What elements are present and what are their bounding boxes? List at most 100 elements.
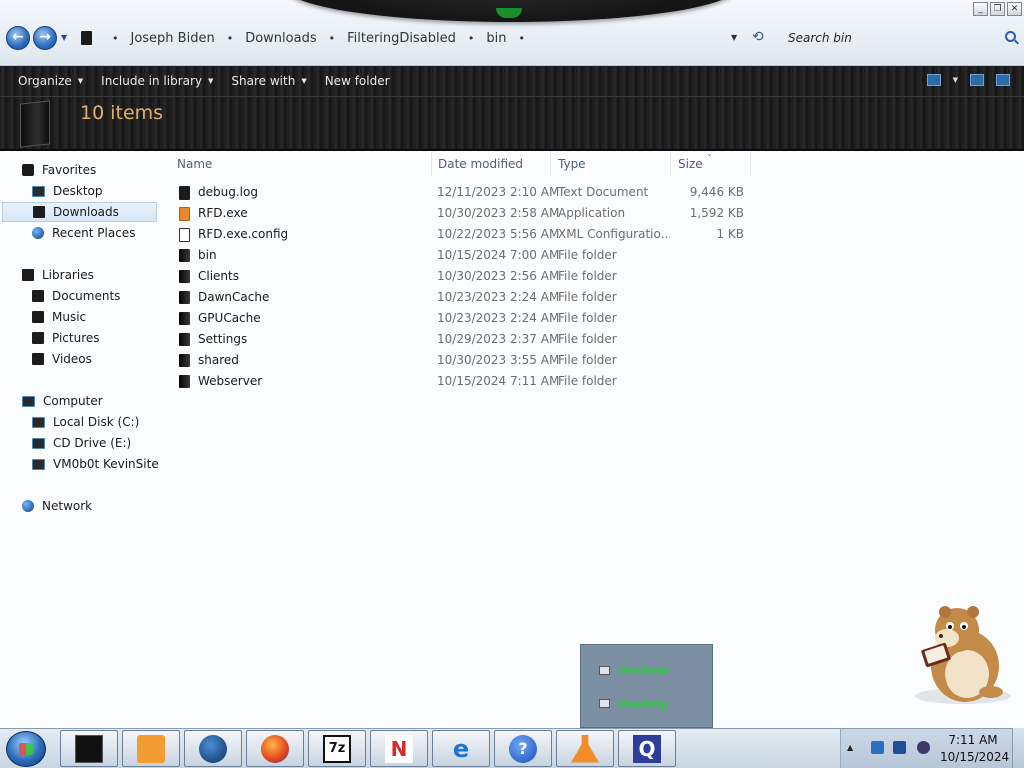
clock-date[interactable]: 10/15/2024 (940, 750, 1009, 764)
forward-button[interactable]: → (33, 26, 57, 50)
nav-recent-places[interactable]: Recent Places (32, 223, 135, 243)
nav-music[interactable]: Music (32, 307, 86, 327)
forward-arrow-icon: → (39, 29, 51, 45)
help-icon: ? (509, 734, 537, 763)
share-with-button[interactable]: Share with ▼ (222, 66, 315, 97)
refresh-icon[interactable]: ⟲ (752, 29, 764, 45)
dropdown-arrow-icon: ▼ (301, 77, 307, 85)
breadcrumb-downloads[interactable]: Downloads (243, 31, 318, 46)
folder-icon (179, 249, 190, 262)
nav-network[interactable]: Network (22, 496, 92, 516)
internet-explorer-app-button[interactable]: e (432, 730, 490, 767)
breadcrumb-separator-icon[interactable]: • (112, 32, 119, 45)
file-name: Settings (198, 332, 248, 346)
volume-tray-icon[interactable] (917, 741, 930, 754)
column-header-date-modified[interactable]: Date modified (433, 152, 551, 176)
address-dropdown-button[interactable]: ▼ (731, 33, 737, 42)
popup-item[interactable]: UseAmp (599, 695, 669, 711)
table-row[interactable]: DawnCache 10/23/2023 2:24 AM File folder (172, 287, 752, 308)
table-row[interactable]: RFD.exe 10/30/2023 2:58 AM Application 1,59… (172, 203, 752, 224)
nav-label: Network (42, 499, 93, 513)
search-input[interactable] (788, 27, 998, 49)
show-desktop-button[interactable] (1012, 728, 1024, 768)
flask-icon (571, 734, 599, 763)
minimize-button[interactable]: _ (973, 2, 988, 16)
table-row[interactable]: GPUCache 10/23/2023 2:24 AM File folder (172, 308, 752, 329)
nav-local-disk[interactable]: Local Disk (C:) (32, 412, 139, 432)
help-icon[interactable] (996, 74, 1010, 86)
breadcrumb-separator-icon[interactable]: • (519, 32, 526, 45)
table-row[interactable]: Webserver 10/15/2024 7:11 AM File folder (172, 371, 752, 392)
file-size: 1 KB (716, 227, 744, 241)
start-button[interactable] (6, 731, 46, 767)
documents-icon (32, 290, 44, 302)
table-row[interactable]: Clients 10/30/2023 2:56 AM File folder (172, 266, 752, 287)
media-player-app-button[interactable] (122, 730, 180, 767)
view-dropdown-icon[interactable]: ▼ (953, 76, 958, 84)
nav-label: Desktop (53, 184, 103, 198)
search-icon[interactable] (1005, 31, 1016, 42)
folder-icon (179, 354, 190, 367)
change-view-icon[interactable] (926, 74, 941, 86)
breadcrumb-joseph-biden[interactable]: Joseph Biden (129, 31, 217, 46)
popup-item[interactable]: UseAmp (599, 662, 669, 678)
recent-places-icon (32, 227, 44, 239)
globe-app-button[interactable] (184, 730, 242, 767)
table-row[interactable]: shared 10/30/2023 3:55 AM File folder (172, 350, 752, 371)
nav-favorites[interactable]: Favorites (22, 160, 96, 180)
globe-icon (199, 734, 227, 763)
preview-pane-icon[interactable] (970, 74, 984, 86)
explorer-app-button[interactable] (60, 730, 118, 767)
firefox-app-button[interactable] (246, 730, 304, 767)
media-player-icon (137, 734, 165, 763)
7zip-app-button[interactable]: 7z (308, 730, 366, 767)
file-name: RFD.exe.config (198, 227, 289, 241)
breadcrumb-filteringdisabled[interactable]: FilteringDisabled (345, 31, 458, 46)
file-size: 1,592 KB (689, 206, 744, 220)
table-row[interactable]: RFD.exe.config 10/22/2023 5:56 AM XML Conf… (172, 224, 752, 245)
nav-videos[interactable]: Videos (32, 349, 92, 369)
nav-label: Recent Places (52, 226, 136, 240)
breadcrumb-separator-icon[interactable]: • (329, 32, 336, 45)
breadcrumb-separator-icon[interactable]: • (227, 32, 234, 45)
close-button[interactable]: ✕ (1007, 2, 1022, 16)
search-box[interactable] (788, 27, 1020, 49)
breadcrumb-separator-icon[interactable]: • (468, 32, 475, 45)
nav-computer[interactable]: Computer (22, 391, 103, 411)
column-header-type[interactable]: Type (553, 152, 671, 176)
column-header-name[interactable]: Name (172, 152, 432, 176)
file-date-modified: 10/15/2024 7:11 AM (437, 374, 560, 388)
table-row[interactable]: Settings 10/29/2023 2:37 AM File folder (172, 329, 752, 350)
breadcrumb-bin[interactable]: bin (484, 31, 508, 46)
nav-cd-drive[interactable]: CD Drive (E:) (32, 433, 131, 453)
network-tray-icon[interactable] (893, 741, 906, 754)
table-row[interactable]: debug.log 12/11/2023 2:10 AM Text Document… (172, 182, 752, 203)
nav-network-share[interactable]: VM0b0t KevinSite (32, 454, 159, 474)
restore-button[interactable]: ❐ (990, 2, 1005, 16)
flask-app-button[interactable] (556, 730, 614, 767)
nav-pictures[interactable]: Pictures (32, 328, 100, 348)
new-folder-label: New folder (324, 74, 390, 88)
clock-time[interactable]: 7:11 AM (940, 733, 1006, 747)
nav-libraries[interactable]: Libraries (22, 265, 94, 285)
show-hidden-icons-button[interactable]: ▲ (847, 743, 853, 752)
include-in-library-button[interactable]: Include in library ▼ (92, 66, 222, 97)
q-app-button[interactable]: Q (618, 730, 676, 767)
libraries-icon (22, 269, 34, 281)
new-folder-button[interactable]: New folder (316, 66, 399, 97)
hamster-reading-gadget-icon[interactable] (905, 600, 1015, 710)
share-with-label: Share with (231, 74, 296, 88)
popup-item-label: UseAmp (618, 663, 669, 677)
nav-downloads[interactable]: Downloads (2, 202, 157, 222)
nav-desktop[interactable]: Desktop (32, 181, 103, 201)
file-date-modified: 10/22/2023 5:56 AM (437, 227, 560, 241)
back-button[interactable]: ← (6, 26, 30, 50)
table-row[interactable]: bin 10/15/2024 7:00 AM File folder (172, 245, 752, 266)
nav-documents[interactable]: Documents (32, 286, 120, 306)
recent-pages-dropdown[interactable]: ▼ (61, 33, 67, 42)
help-app-button[interactable]: ? (494, 730, 552, 767)
tray-app-icon[interactable] (871, 741, 884, 754)
organize-button[interactable]: Organize ▼ (9, 66, 92, 97)
desktop-icon (32, 185, 45, 197)
n-app-button[interactable]: N (370, 730, 428, 767)
